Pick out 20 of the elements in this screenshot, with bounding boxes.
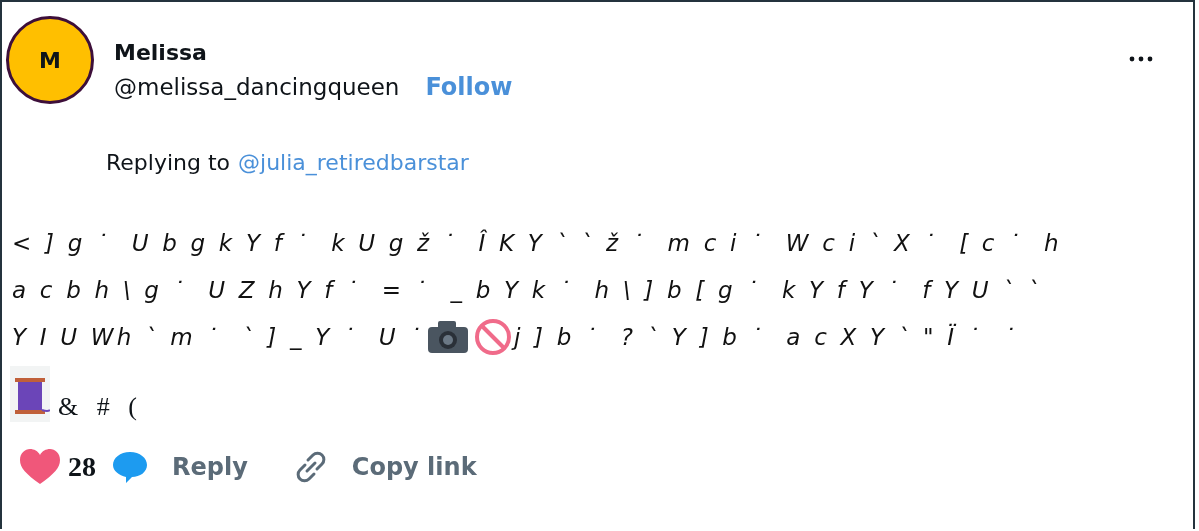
mention-link[interactable]: @julia_retiredbarstar [238,150,469,175]
reply-button[interactable]: Reply [172,453,248,481]
follow-link[interactable]: Follow [425,73,513,101]
prohibited-icon [473,317,512,356]
tweet-text: a c b h \ g ˙ U Z h Y f ˙ = ˙ _ b Y k ˙ h \ ] b [ g ˙ k Y f Y ˙ f Y U ` ` [12,276,1043,303]
more-icon[interactable] [1129,56,1153,62]
spool-icon [10,366,50,422]
avatar[interactable]: M [6,16,94,104]
tweet-text: < ] g ˙ U b g k Y f ˙ k U g ž ˙ Î K Y ` ` ž ˙ m c i ˙ W c i ` X ˙ [ c ˙ h [12,229,1062,256]
camera-icon [425,318,470,355]
author-handle[interactable]: @melissa_dancingqueen [114,74,400,100]
tweet-text: Y I U Wh ` m ˙ ` ] _ Y ˙ U ˙ [12,323,424,350]
heart-icon[interactable] [18,448,62,486]
copy-link-button[interactable]: Copy link [351,453,477,481]
tweet-text: & # ( [58,392,143,422]
author-name[interactable]: Melissa [114,40,513,65]
like-count: 28 [68,451,96,483]
replying-label: Replying to [106,150,231,175]
speech-bubble-icon[interactable] [112,450,148,484]
tweet-text: j ] b ˙ ? ` Y ] b ˙ a c X Y ` " Ï ˙ ˙ [513,323,1019,350]
